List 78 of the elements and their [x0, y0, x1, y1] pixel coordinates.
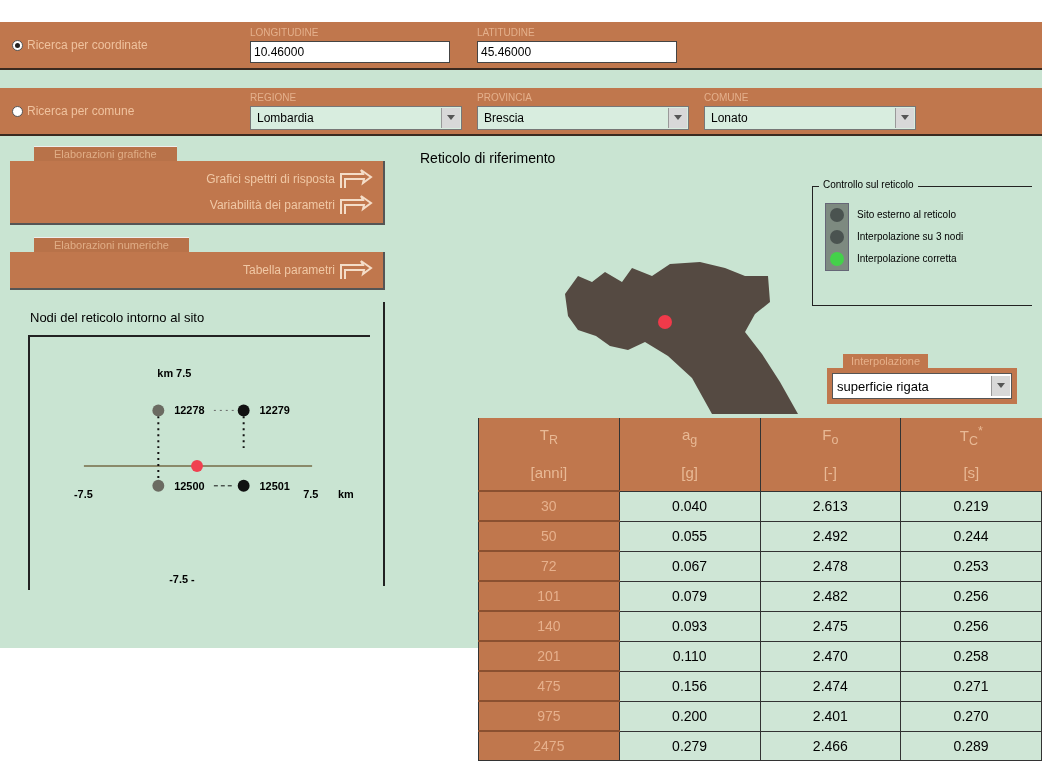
dropdown[interactable]: Brescia [477, 106, 689, 130]
table-cell: 0.067 [619, 551, 760, 581]
site-marker [191, 460, 203, 472]
table-cell: 101 [478, 581, 620, 611]
column-unit: [g] [619, 454, 760, 491]
table-cell: 475 [478, 671, 620, 701]
table-cell: 0.093 [619, 611, 760, 641]
coordinate-field[interactable]: 45.46000 [477, 41, 677, 63]
legend-title: Controllo sul reticolo [819, 179, 918, 190]
table-cell: 2.466 [760, 731, 901, 761]
column-unit: [anni] [478, 454, 620, 491]
field-label: COMUNE [704, 92, 750, 105]
column-unit: [-] [760, 454, 901, 491]
dropdown[interactable]: Lonato [704, 106, 916, 130]
table-cell: 2.482 [760, 581, 901, 611]
table-cell: 0.256 [900, 611, 1042, 641]
traffic-light-icon [825, 203, 849, 271]
table-cell: 201 [478, 641, 620, 671]
field-label: REGIONE [250, 92, 298, 105]
table-cell: 0.079 [619, 581, 760, 611]
legend-label: Interpolazione corretta [857, 252, 958, 264]
dropdown[interactable]: Lombardia [250, 106, 462, 130]
field-label: PROVINCIA [477, 92, 533, 105]
table-cell: 0.253 [900, 551, 1042, 581]
column-unit: [s] [900, 454, 1042, 491]
interpolation-dropdown[interactable]: superficie rigata [832, 373, 1012, 399]
table-cell: 2.492 [760, 521, 901, 551]
table-cell: 0.279 [619, 731, 760, 761]
axis-unit: km [337, 487, 354, 500]
column-header: a$_{g}$ [619, 418, 760, 454]
table-cell: 0.270 [900, 701, 1042, 731]
node-label: 12501 [259, 479, 290, 492]
table-cell: 0.200 [619, 701, 760, 731]
caret-icon [900, 114, 910, 122]
table-cell: 2.478 [760, 551, 901, 581]
table-cell: 50 [478, 521, 620, 551]
node-label: 12500 [174, 479, 205, 492]
field-label: LONGITUDINE [250, 27, 320, 40]
table-cell: 2.613 [760, 491, 901, 521]
table-cell: 0.040 [619, 491, 760, 521]
coordinate-field[interactable]: 10.46000 [250, 41, 450, 63]
axis-label: km 7.5 [157, 366, 192, 379]
legend-label: Interpolazione su 3 nodi [857, 230, 964, 242]
table-cell: 0.244 [900, 521, 1042, 551]
table-cell: 2.401 [760, 701, 901, 731]
table-cell: 0.219 [900, 491, 1042, 521]
table-cell: 2.475 [760, 611, 901, 641]
group-title: Elaborazioni grafiche [34, 146, 177, 161]
field-label: LATITUDINE [477, 27, 536, 40]
table-cell: 0.156 [619, 671, 760, 701]
caret-icon [996, 382, 1006, 390]
column-header: T$_{R}$ [478, 418, 620, 454]
table-cell: 975 [478, 701, 620, 731]
table-cell: 0.110 [619, 641, 760, 671]
axis-label: -7.5 - [169, 573, 195, 586]
table-cell: 30 [478, 491, 620, 521]
table-cell: 140 [478, 611, 620, 641]
axis-label: 7.5 [303, 487, 319, 500]
table-cell: 0.055 [619, 521, 760, 551]
axis-label: -7.5 [74, 487, 93, 500]
table-cell: 0.256 [900, 581, 1042, 611]
panel-title: Reticolo di riferimento [419, 150, 557, 166]
table-cell: 0.289 [900, 731, 1042, 761]
group-title: Elaborazioni numeriche [34, 237, 189, 252]
group-title: Interpolazione [843, 354, 929, 368]
table-cell: 2475 [478, 731, 620, 761]
node-label: 12278 [174, 404, 205, 417]
table-cell: 2.474 [760, 671, 901, 701]
table-cell: 2.470 [760, 641, 901, 671]
node-label: 12279 [259, 404, 290, 417]
caret-icon [446, 114, 456, 122]
column-header: F$_{o}$ [760, 418, 901, 454]
panel-title: Nodi del reticolo intorno al sito [29, 310, 206, 325]
table-cell: 0.258 [900, 641, 1042, 671]
table-cell: 72 [478, 551, 620, 581]
table-cell: 0.271 [900, 671, 1042, 701]
caret-icon [673, 114, 683, 122]
legend-label: Sito esterno al reticolo [857, 208, 957, 220]
